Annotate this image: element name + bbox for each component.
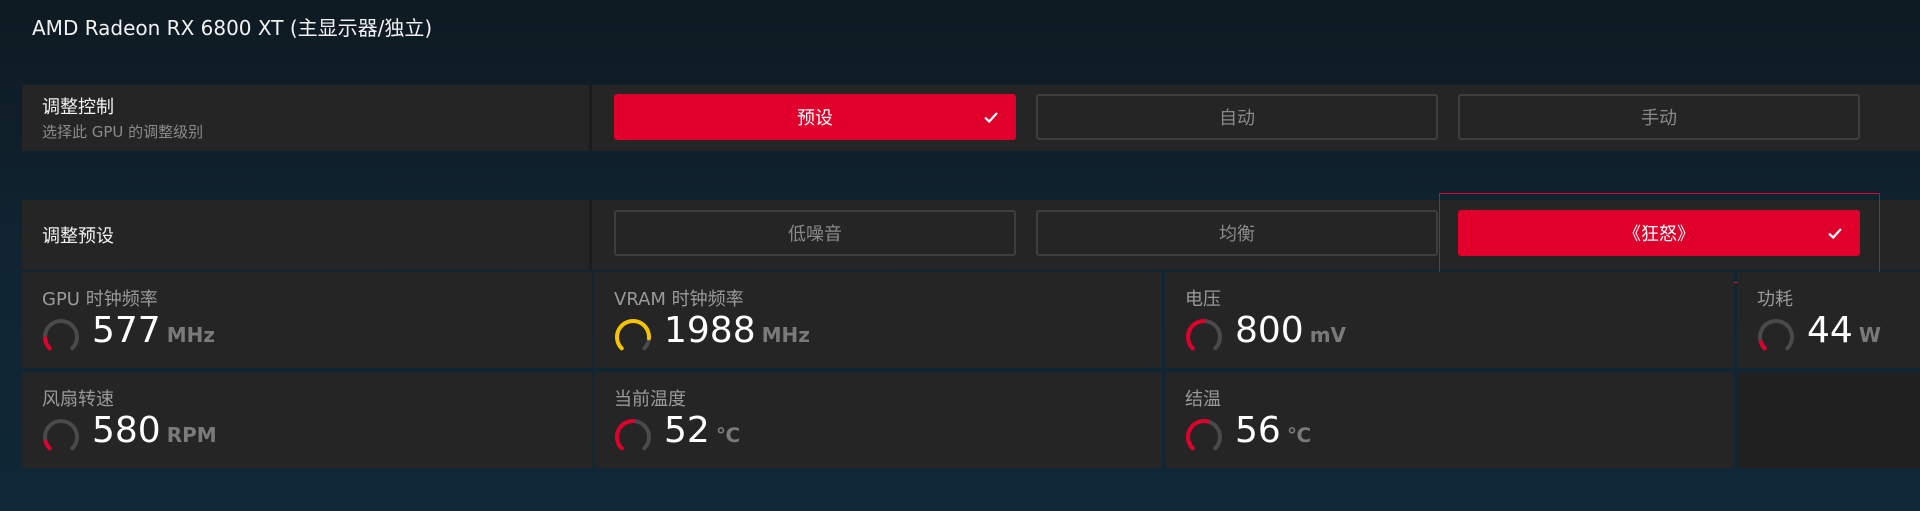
gauge-icon: [615, 419, 651, 451]
metric-empty-slot: [1737, 372, 1920, 468]
metric-current-temp: 当前温度 52 ℃: [594, 372, 1162, 468]
metric-unit: MHz: [166, 323, 215, 347]
metric-unit: W: [1858, 323, 1881, 347]
gauge-fill: [615, 419, 635, 451]
tuning-control-option-label: 手动: [1641, 108, 1677, 129]
gauge-icon: [43, 319, 79, 351]
tuning-preset-option-label: 低噪音: [788, 224, 842, 245]
gauge-fill: [43, 439, 52, 451]
metric-gpu-clock: GPU 时钟频率 577 MHz: [22, 272, 592, 368]
metric-value: 44 W: [1807, 310, 1881, 351]
metric-unit: MHz: [761, 323, 810, 347]
metric-value: 1988 MHz: [664, 310, 810, 351]
metric-value: 580 RPM: [92, 410, 217, 451]
tuning-preset-option-balanced[interactable]: 均衡: [1036, 210, 1438, 256]
gauge-track: [1758, 319, 1794, 351]
gauge-icon: [615, 319, 651, 351]
tuning-preset-header: 调整预设: [22, 200, 592, 270]
gauge-icon: [43, 419, 79, 451]
metric-unit: ℃: [715, 423, 741, 447]
metric-label: 功耗: [1757, 289, 1793, 310]
gauge-icon: [1758, 319, 1794, 351]
metric-label: GPU 时钟频率: [42, 289, 158, 310]
tuning-preset-option-quiet[interactable]: 低噪音: [614, 210, 1016, 256]
tuning-preset-option-rage[interactable]: 《狂怒》: [1458, 210, 1860, 256]
metric-label: 当前温度: [614, 389, 686, 410]
tuning-control-header: 调整控制 选择此 GPU 的调整级别: [22, 85, 592, 151]
gauge-fill: [43, 336, 52, 351]
gauge-track: [43, 319, 79, 351]
metric-value: 56 ℃: [1235, 410, 1311, 451]
gauge-fill: [1186, 419, 1210, 451]
tuning-preset-panel: 调整预设 低噪音 均衡 《狂怒》: [22, 200, 1920, 270]
tuning-control-option-manual[interactable]: 手动: [1458, 94, 1860, 140]
metric-unit: RPM: [166, 423, 217, 447]
tuning-control-option-label: 自动: [1219, 108, 1255, 129]
gauge-fill: [1186, 319, 1206, 351]
tuning-control-panel: 调整控制 选择此 GPU 的调整级别 预设 自动 手动: [22, 85, 1920, 151]
gauge-fill: [1758, 339, 1767, 351]
metric-unit: ℃: [1286, 423, 1312, 447]
metric-label: 风扇转速: [42, 389, 114, 410]
metric-vram-clock: VRAM 时钟频率 1988 MHz: [594, 272, 1162, 368]
metric-value: 800 mV: [1235, 310, 1346, 351]
metric-voltage: 电压 800 mV: [1165, 272, 1734, 368]
metric-label: 结温: [1185, 389, 1221, 410]
metric-fan-speed: 风扇转速 580 RPM: [22, 372, 592, 468]
tuning-control-option-label: 预设: [797, 108, 833, 129]
metric-number: 800: [1235, 310, 1304, 351]
tuning-preset-option-label: 均衡: [1219, 224, 1255, 245]
metric-value: 52 ℃: [664, 410, 740, 451]
metric-power: 功耗 44 W: [1737, 272, 1920, 368]
metric-label: VRAM 时钟频率: [614, 289, 744, 310]
metric-number: 1988: [664, 310, 756, 351]
check-icon: [1828, 228, 1842, 240]
tuning-control-title: 调整控制: [42, 97, 114, 118]
metric-number: 52: [664, 410, 710, 451]
metric-junction-temp: 结温 56 ℃: [1165, 372, 1734, 468]
gauge-icon: [1186, 419, 1222, 451]
metric-label: 电压: [1185, 289, 1221, 310]
gpu-title: AMD Radeon RX 6800 XT (主显示器/独立): [32, 16, 433, 40]
metric-number: 580: [92, 410, 161, 451]
metric-number: 577: [92, 310, 161, 351]
tuning-control-option-preset[interactable]: 预设: [614, 94, 1016, 140]
metric-number: 56: [1235, 410, 1281, 451]
tuning-control-option-auto[interactable]: 自动: [1036, 94, 1438, 140]
gauge-fill: [615, 319, 651, 351]
tuning-preset-title: 调整预设: [42, 226, 114, 247]
metric-value: 577 MHz: [92, 310, 215, 351]
gauge-icon: [1186, 319, 1222, 351]
tuning-control-subtitle: 选择此 GPU 的调整级别: [42, 123, 204, 141]
metric-number: 44: [1807, 310, 1853, 351]
check-icon: [984, 112, 998, 124]
tuning-preset-option-label: 《狂怒》: [1623, 224, 1695, 245]
metric-unit: mV: [1309, 323, 1347, 347]
gauge-track: [43, 419, 79, 451]
